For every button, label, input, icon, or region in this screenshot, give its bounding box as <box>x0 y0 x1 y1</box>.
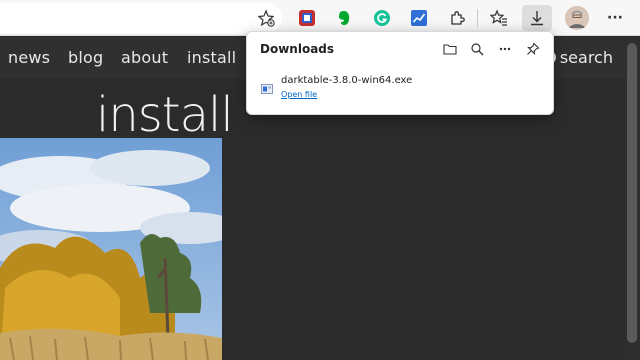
folder-icon[interactable] <box>442 41 458 57</box>
address-bar[interactable] <box>0 3 282 33</box>
more-icon[interactable]: ··· <box>603 6 627 30</box>
landscape-photo <box>0 138 222 360</box>
extensions-icon[interactable] <box>445 6 469 30</box>
favorites-add-icon[interactable] <box>254 6 278 30</box>
open-file-link[interactable]: Open file <box>281 90 317 99</box>
downloads-title: Downloads <box>260 42 335 56</box>
favorites-icon[interactable] <box>487 6 511 30</box>
nav-news[interactable]: news <box>8 48 50 67</box>
evernote-icon[interactable] <box>332 6 356 30</box>
scrollbar[interactable] <box>625 37 640 360</box>
nav-blog[interactable]: blog <box>68 48 103 67</box>
toolbar-divider <box>477 9 478 27</box>
download-file-name[interactable]: darktable-3.8.0-win64.exe <box>281 75 412 86</box>
nav-install[interactable]: install <box>187 48 236 67</box>
extension-red-icon[interactable] <box>295 6 319 30</box>
site-search-label: search <box>559 48 613 67</box>
download-icon[interactable] <box>522 5 552 31</box>
downloads-panel: Downloads darktable-3.8.0-win64.exe Open… <box>246 31 554 115</box>
profile-avatar[interactable] <box>565 6 589 30</box>
grammarly-icon[interactable] <box>370 6 394 30</box>
pin-icon[interactable] <box>525 41 541 57</box>
installer-file-icon <box>261 80 273 94</box>
page-title: install <box>96 87 234 143</box>
more-options-icon[interactable] <box>497 41 513 57</box>
nav-about[interactable]: about <box>121 48 168 67</box>
scroll-thumb[interactable] <box>627 43 637 343</box>
chart-extension-icon[interactable] <box>407 6 431 30</box>
search-icon[interactable] <box>469 41 485 57</box>
